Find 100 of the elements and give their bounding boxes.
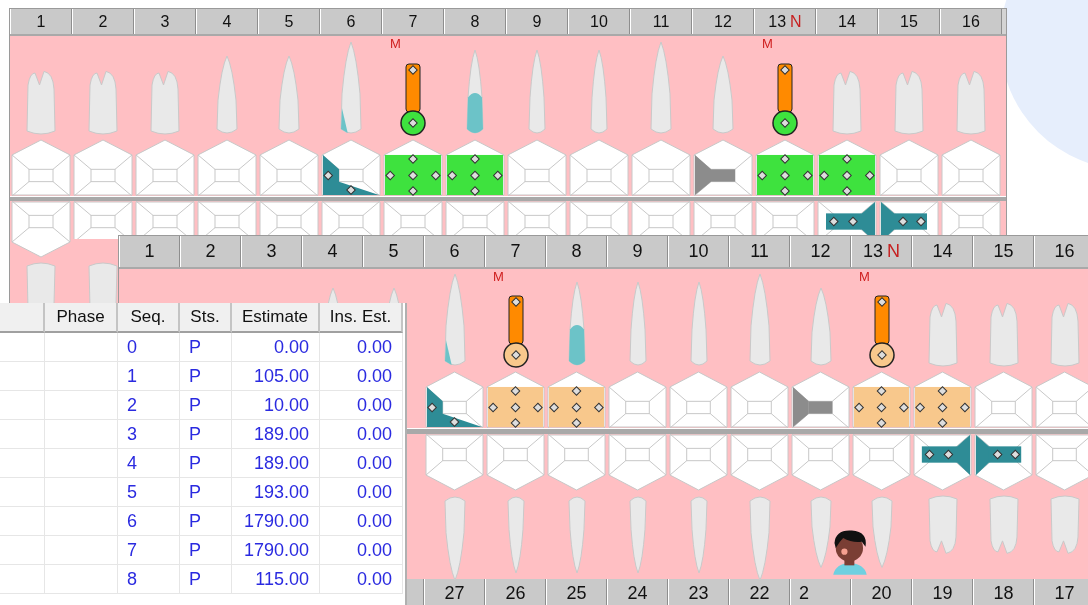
- tooth-number-header[interactable]: 2: [180, 236, 241, 267]
- table-cell: [0, 449, 45, 478]
- tooth-number-header[interactable]: 8: [444, 9, 506, 34]
- table-cell: 105.00: [232, 362, 320, 391]
- tooth-number: 2: [205, 241, 216, 262]
- table-cell: P: [180, 478, 232, 507]
- tooth-surface-diagram[interactable]: [486, 371, 545, 428]
- tooth-number-header[interactable]: 16: [940, 9, 1002, 34]
- tooth-number-header[interactable]: 16: [1034, 236, 1088, 267]
- tooth-surface-diagram[interactable]: [755, 139, 815, 196]
- tooth-number-header[interactable]: 15: [878, 9, 940, 34]
- tooth-number-header[interactable]: 23: [668, 579, 729, 605]
- table-cell: P: [180, 333, 232, 362]
- column-header[interactable]: Sts.: [180, 303, 232, 333]
- tooth-number-header[interactable]: 4: [196, 9, 258, 34]
- tooth-number-header[interactable]: 5: [363, 236, 424, 267]
- table-cell: P: [180, 391, 232, 420]
- table-cell: [0, 362, 45, 391]
- tooth-surface-diagram[interactable]: [445, 139, 505, 196]
- tooth-number-header[interactable]: 12: [790, 236, 851, 267]
- tooth-number-header[interactable]: 7: [382, 9, 444, 34]
- tooth-number-header[interactable]: 13 N: [754, 9, 816, 34]
- tooth-number: 3: [160, 12, 170, 31]
- tooth-surface-diagram[interactable]: [383, 139, 443, 196]
- tooth-surface-diagram[interactable]: [547, 371, 606, 428]
- tooth-surface-diagram[interactable]: [974, 434, 1033, 491]
- tooth-number-header[interactable]: 6: [424, 236, 485, 267]
- tooth-number: 6: [449, 241, 460, 262]
- tooth-number-header[interactable]: 15: [973, 236, 1034, 267]
- tooth-number: 6: [346, 12, 356, 31]
- table-cell: 189.00: [232, 449, 320, 478]
- tooth-number-header[interactable]: 27: [424, 579, 485, 605]
- tooth-number: 9: [532, 12, 542, 31]
- tooth-number-header[interactable]: 1: [119, 236, 180, 267]
- tooth-number-header[interactable]: 4: [302, 236, 363, 267]
- tooth-number-header[interactable]: 8: [546, 236, 607, 267]
- tooth-number-header[interactable]: 24: [607, 579, 668, 605]
- tooth-number-header[interactable]: 9: [607, 236, 668, 267]
- tooth-surface-diagram[interactable]: [321, 139, 381, 196]
- tooth-note-label: N: [790, 12, 802, 31]
- tooth-surface-diagram[interactable]: [913, 371, 972, 428]
- tooth-number-header[interactable]: 20: [851, 579, 912, 605]
- tooth-number: 1: [144, 241, 155, 262]
- tooth-surface-diagram[interactable]: [913, 434, 972, 491]
- tooth-number: 10: [590, 12, 608, 31]
- tooth-number-header[interactable]: 10: [568, 9, 630, 34]
- tooth-number-header[interactable]: 17: [1034, 579, 1088, 605]
- tooth-number-header[interactable]: 14: [816, 9, 878, 34]
- table-cell: 189.00: [232, 420, 320, 449]
- tooth-number-header[interactable]: 25: [546, 579, 607, 605]
- column-header[interactable]: Seq.: [118, 303, 180, 333]
- tooth-number: 4: [222, 12, 232, 31]
- tooth-number: 12: [714, 12, 732, 31]
- column-header[interactable]: Estimate: [232, 303, 320, 333]
- table-cell: 115.00: [232, 565, 320, 594]
- tooth-mark: M: [493, 269, 504, 284]
- tooth-number-header[interactable]: 26: [485, 579, 546, 605]
- tooth-number-header[interactable]: 2: [790, 579, 851, 605]
- tooth-number: 12: [810, 241, 831, 262]
- table-cell: 8: [118, 565, 180, 594]
- tooth-number-header[interactable]: 19: [912, 579, 973, 605]
- tooth-number: 7: [408, 12, 418, 31]
- tooth-note-label: N: [887, 241, 900, 262]
- table-cell: [0, 420, 45, 449]
- tooth-number-header[interactable]: 22: [729, 579, 790, 605]
- tooth-number: 15: [993, 241, 1014, 262]
- tooth-number-header[interactable]: 7: [485, 236, 546, 267]
- tooth-number-header[interactable]: 12: [692, 9, 754, 34]
- tooth-number: 7: [510, 241, 521, 262]
- tooth-number: 8: [571, 241, 582, 262]
- tooth-number-header[interactable]: 10: [668, 236, 729, 267]
- tooth-number: 3: [266, 241, 277, 262]
- tooth-number: 13: [768, 12, 787, 31]
- tooth-number: 1: [36, 12, 46, 31]
- tooth-number: 14: [932, 241, 953, 262]
- tooth-surface-diagram[interactable]: [425, 371, 484, 428]
- tooth-number-header[interactable]: 13 N: [851, 236, 912, 267]
- table-cell: 3: [118, 420, 180, 449]
- table-cell: 4: [118, 449, 180, 478]
- column-header[interactable]: [0, 303, 45, 333]
- tooth-number-header[interactable]: 1: [10, 9, 72, 34]
- tooth-surface-diagram[interactable]: [852, 371, 911, 428]
- tooth-surface-diagram[interactable]: [817, 139, 877, 196]
- tooth-number-header[interactable]: 11: [630, 9, 692, 34]
- table-cell: [0, 507, 45, 536]
- tooth-number-header[interactable]: 9: [506, 9, 568, 34]
- tooth-number-header[interactable]: 5: [258, 9, 320, 34]
- tooth-number: 5: [388, 241, 399, 262]
- tooth-number-header[interactable]: 11: [729, 236, 790, 267]
- column-header[interactable]: Phase: [45, 303, 118, 333]
- table-cell: 7: [118, 536, 180, 565]
- table-cell: 1: [118, 362, 180, 391]
- tooth-number-header[interactable]: 2: [72, 9, 134, 34]
- tooth-number-header[interactable]: 6: [320, 9, 382, 34]
- table-cell: 0.00: [320, 478, 403, 507]
- column-header[interactable]: Ins. Est.: [320, 303, 403, 333]
- tooth-number-header[interactable]: 14: [912, 236, 973, 267]
- tooth-number-header[interactable]: 3: [134, 9, 196, 34]
- tooth-number-header[interactable]: 3: [241, 236, 302, 267]
- tooth-number-header[interactable]: 18: [973, 579, 1034, 605]
